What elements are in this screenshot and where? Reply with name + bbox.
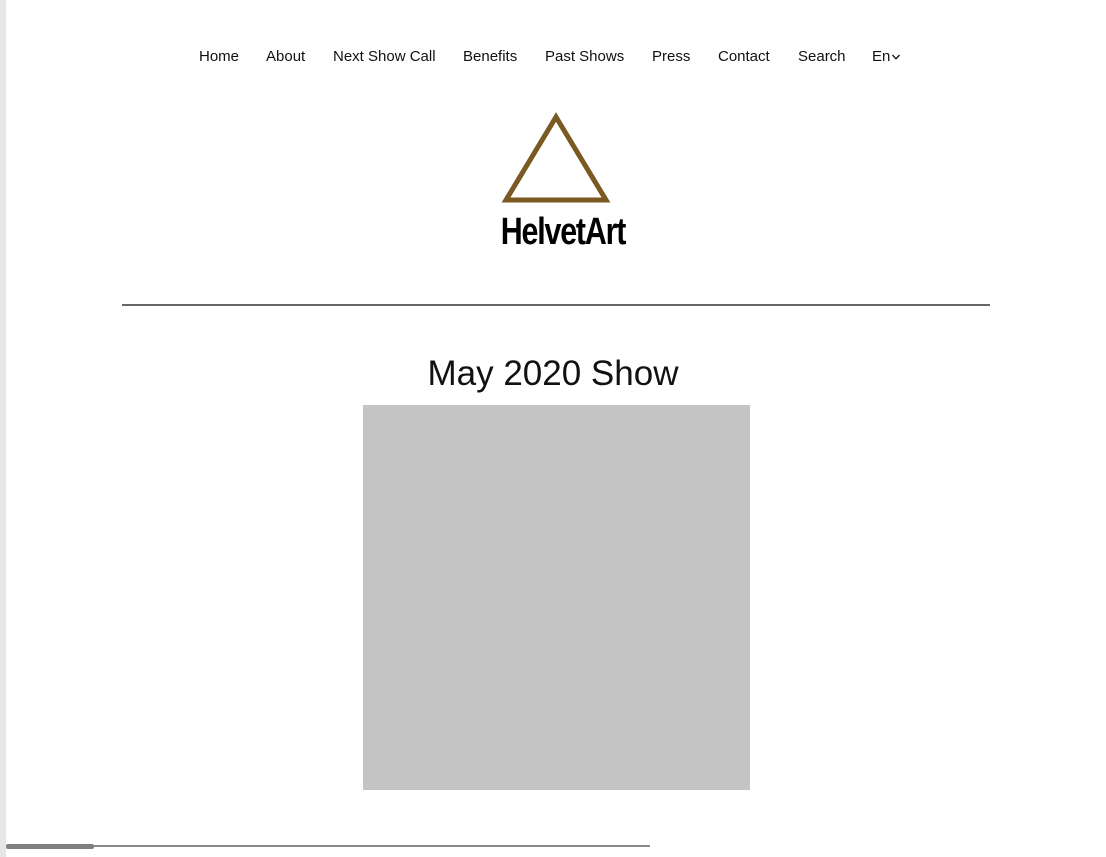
nav-item-about[interactable]: About [266, 46, 305, 68]
nav-item-home[interactable]: Home [199, 46, 239, 68]
language-label: En [872, 48, 891, 65]
nav-item-contact[interactable]: Contact [718, 46, 770, 68]
page-title: May 2020 Show [427, 354, 679, 393]
language-selector[interactable]: En [872, 46, 901, 68]
chevron-down-icon [891, 46, 901, 68]
horizontal-scrollbar-thumb[interactable] [6, 844, 94, 849]
show-image-placeholder [363, 405, 750, 790]
nav-item-past-shows[interactable]: Past Shows [545, 46, 624, 68]
horizontal-scrollbar-track[interactable] [6, 845, 650, 847]
page: Home About Next Show Call Benefits Past … [0, 0, 1106, 857]
logo-wordmark: HelvetArt [500, 211, 627, 253]
nav-item-next-show-call[interactable]: Next Show Call [333, 46, 436, 68]
main-navigation: Home About Next Show Call Benefits Past … [0, 46, 1106, 68]
nav-item-press[interactable]: Press [652, 46, 690, 68]
nav-item-search[interactable]: Search [798, 46, 846, 68]
header-divider [122, 304, 990, 306]
nav-item-benefits[interactable]: Benefits [463, 46, 517, 68]
site-logo[interactable]: HelvetArt [487, 112, 627, 253]
window-left-edge [0, 0, 6, 857]
